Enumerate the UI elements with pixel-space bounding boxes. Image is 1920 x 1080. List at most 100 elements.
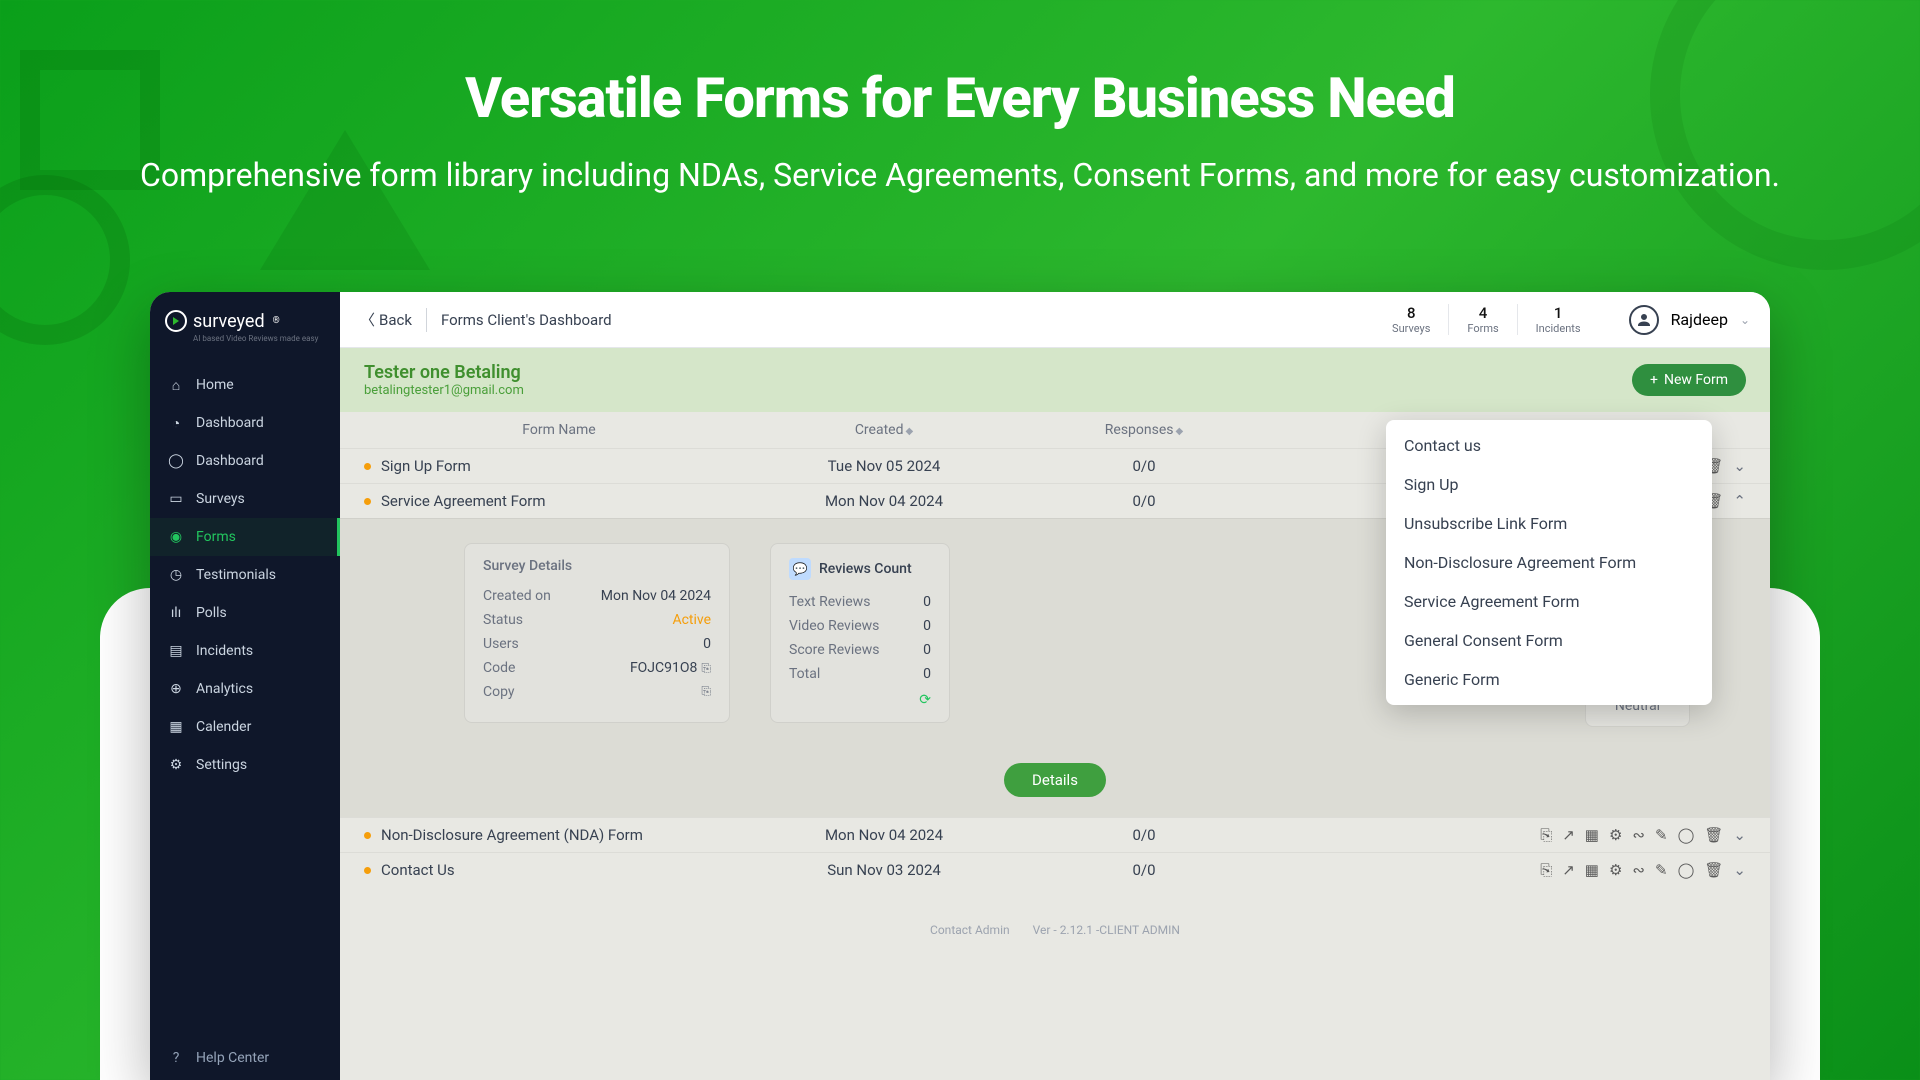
chevron-down-icon: ⌄: [1740, 313, 1750, 327]
back-button[interactable]: 〈Back: [360, 309, 412, 330]
shield-icon: ◉: [168, 529, 184, 545]
folder-icon: ▭: [168, 491, 184, 507]
sidebar-item-settings[interactable]: ⚙Settings: [150, 746, 340, 784]
qr-icon[interactable]: ▦: [1585, 861, 1599, 879]
dropdown-item-nda[interactable]: Non-Disclosure Agreement Form: [1386, 543, 1712, 582]
stat-forms[interactable]: 4Forms: [1448, 304, 1516, 335]
gear-icon[interactable]: ⚙: [1609, 826, 1622, 844]
sort-icon: ◆: [905, 426, 913, 437]
delete-icon[interactable]: 🗑: [1704, 861, 1723, 879]
details-button[interactable]: Details: [1004, 763, 1106, 797]
dropdown-item-unsubscribe[interactable]: Unsubscribe Link Form: [1386, 504, 1712, 543]
hero-banner: Versatile Forms for Every Business Need …: [0, 65, 1920, 199]
clock-icon: ◷: [168, 567, 184, 583]
stat-surveys[interactable]: 8Surveys: [1374, 304, 1448, 335]
gauge-icon: ◔: [168, 415, 184, 431]
sidebar-item-dashboard[interactable]: ◔Dashboard: [150, 404, 340, 442]
table-row[interactable]: Contact Us Sun Nov 03 2024 0/0 ⎘ ↗ ▦ ⚙ ∾…: [340, 852, 1770, 887]
calendar-icon: ▦: [168, 719, 184, 735]
copy-icon[interactable]: ⎘: [1540, 861, 1552, 879]
main-panel: 〈Back Forms Client's Dashboard 8Surveys …: [340, 292, 1770, 1080]
sidebar: surveyed ® AI based Video Reviews made e…: [150, 292, 340, 1080]
user-menu[interactable]: Rajdeep ⌄: [1629, 305, 1750, 335]
chevron-up-icon[interactable]: ⌃: [1733, 492, 1746, 510]
sidebar-item-calendar[interactable]: ▦Calender: [150, 708, 340, 746]
gear-icon[interactable]: ⚙: [1609, 861, 1622, 879]
help-center-link[interactable]: ?Help Center: [150, 1036, 340, 1080]
column-form-name[interactable]: Form Name: [364, 422, 754, 438]
sidebar-item-forms[interactable]: ◉Forms: [150, 518, 340, 556]
subheader: Tester one Betaling betalingtester1@gmai…: [340, 348, 1770, 412]
brand-name: surveyed: [193, 311, 265, 332]
chevron-down-icon[interactable]: ⌄: [1733, 861, 1746, 879]
copy-icon[interactable]: ⎘: [701, 684, 711, 700]
help-icon: ?: [168, 1050, 184, 1066]
sidebar-nav: ⌂Home ◔Dashboard ◯Dashboard ▭Surveys ◉Fo…: [150, 358, 340, 1036]
reviews-icon: 💬: [789, 558, 811, 580]
avatar-icon: [1629, 305, 1659, 335]
circle-icon[interactable]: ◯: [1678, 861, 1695, 879]
share-icon[interactable]: ↗: [1562, 861, 1575, 879]
status-dot-icon: [364, 832, 371, 839]
sort-icon: ◆: [1176, 426, 1184, 437]
sidebar-item-polls[interactable]: ılıPolls: [150, 594, 340, 632]
stat-incidents[interactable]: 1Incidents: [1517, 304, 1599, 335]
sidebar-item-incidents[interactable]: ▤Incidents: [150, 632, 340, 670]
chevron-down-icon[interactable]: ⌄: [1733, 826, 1746, 844]
sidebar-item-home[interactable]: ⌂Home: [150, 366, 340, 404]
sidebar-item-dashboard-2[interactable]: ◯Dashboard: [150, 442, 340, 480]
table-row[interactable]: Non-Disclosure Agreement (NDA) Form Mon …: [340, 817, 1770, 852]
footer: Contact Admin Ver - 2.12.1 -CLIENT ADMIN: [340, 887, 1770, 955]
sidebar-item-surveys[interactable]: ▭Surveys: [150, 480, 340, 518]
app-window: surveyed ® AI based Video Reviews made e…: [150, 292, 1770, 1080]
delete-icon[interactable]: 🗑: [1704, 826, 1723, 844]
status-dot-icon: [364, 498, 371, 505]
hero-subtitle: Comprehensive form library including NDA…: [0, 151, 1920, 199]
hero-title: Versatile Forms for Every Business Need: [0, 65, 1920, 131]
version-text: Ver - 2.12.1 -CLIENT ADMIN: [1033, 923, 1180, 937]
refresh-icon: ◯: [168, 453, 184, 469]
gear-icon: ⚙: [168, 757, 184, 773]
copy-icon[interactable]: ⎘: [1540, 826, 1552, 844]
new-form-button[interactable]: +New Form: [1632, 364, 1746, 396]
edit-icon[interactable]: ✎: [1655, 861, 1668, 879]
contact-admin-link[interactable]: Contact Admin: [930, 923, 1010, 937]
brand-tagline: AI based Video Reviews made easy: [165, 334, 325, 343]
edit-icon[interactable]: ✎: [1655, 826, 1668, 844]
circle-icon[interactable]: ◯: [1678, 826, 1695, 844]
share-icon[interactable]: ↗: [1562, 826, 1575, 844]
user-name: Rajdeep: [1671, 310, 1728, 329]
copy-icon[interactable]: ⎘: [701, 661, 711, 675]
dropdown-item-contact-us[interactable]: Contact us: [1386, 426, 1712, 465]
brand-logo[interactable]: surveyed ® AI based Video Reviews made e…: [150, 292, 340, 358]
chevron-left-icon: 〈: [360, 309, 375, 330]
survey-details-card: Survey Details Created onMon Nov 04 2024…: [464, 543, 730, 723]
logo-mark-icon: [165, 310, 187, 332]
home-icon: ⌂: [168, 377, 184, 393]
topbar: 〈Back Forms Client's Dashboard 8Surveys …: [340, 292, 1770, 348]
sidebar-item-testimonials[interactable]: ◷Testimonials: [150, 556, 340, 594]
plus-icon: +: [1650, 372, 1658, 388]
dropdown-item-service-agreement[interactable]: Service Agreement Form: [1386, 582, 1712, 621]
status-dot-icon: [364, 867, 371, 874]
link-icon[interactable]: ∾: [1632, 826, 1645, 844]
tester-email: betalingtester1@gmail.com: [364, 383, 524, 398]
new-form-dropdown: Contact us Sign Up Unsubscribe Link Form…: [1386, 420, 1712, 705]
refresh-icon[interactable]: ⟳: [789, 692, 931, 708]
dropdown-item-generic[interactable]: Generic Form: [1386, 660, 1712, 699]
reviews-count-card: 💬Reviews Count Text Reviews0 Video Revie…: [770, 543, 950, 723]
breadcrumb: Forms Client's Dashboard: [441, 311, 612, 329]
chevron-down-icon[interactable]: ⌄: [1733, 457, 1746, 475]
sidebar-item-analytics[interactable]: ⊕Analytics: [150, 670, 340, 708]
globe-icon: ⊕: [168, 681, 184, 697]
dropdown-item-consent[interactable]: General Consent Form: [1386, 621, 1712, 660]
link-icon[interactable]: ∾: [1632, 861, 1645, 879]
status-dot-icon: [364, 463, 371, 470]
bars-icon: ılı: [168, 605, 184, 621]
column-responses[interactable]: Responses◆: [1014, 422, 1274, 438]
card-icon: ▤: [168, 643, 184, 659]
column-created[interactable]: Created◆: [754, 422, 1014, 438]
qr-icon[interactable]: ▦: [1585, 826, 1599, 844]
tester-name: Tester one Betaling: [364, 362, 524, 383]
dropdown-item-sign-up[interactable]: Sign Up: [1386, 465, 1712, 504]
